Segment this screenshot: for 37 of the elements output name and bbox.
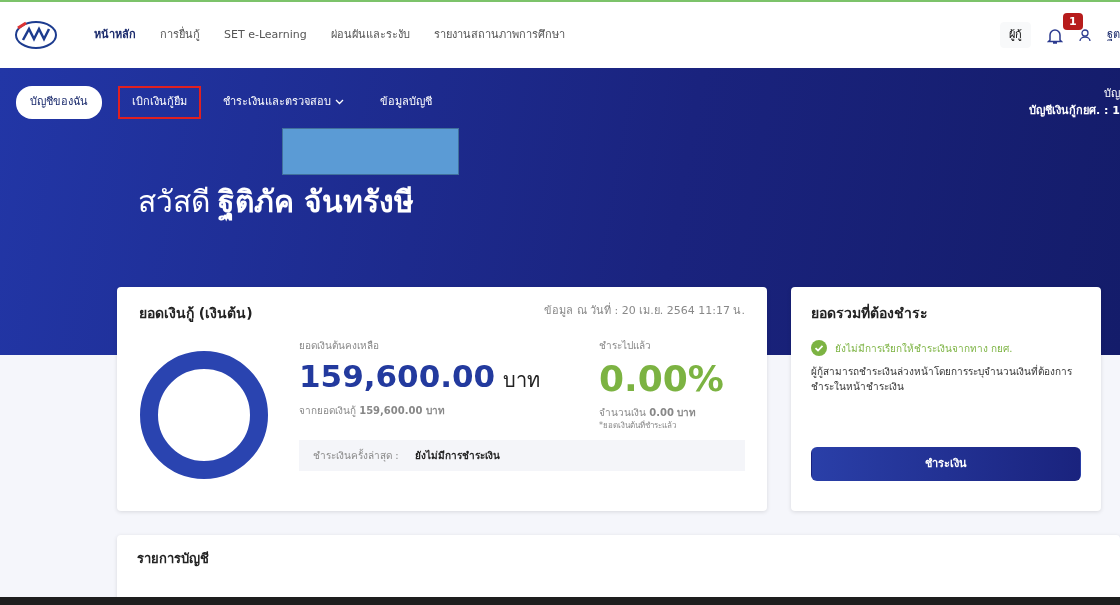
description-text: ผู้กู้สามารถชำระเงินล่วงหน้าโดยการระบุจำนวนเงินที่ต้องการชำระในหน้าชำระเงิน	[811, 364, 1073, 394]
paid-label: ชำระไปแล้ว	[599, 339, 652, 353]
tab[interactable]: ชำระเงินและตรวจสอบ	[209, 86, 358, 119]
card-title: ยอดรวมที่ต้องชำระ	[811, 303, 929, 323]
last-payment-value: ยังไม่มีการชำระเงิน	[414, 448, 500, 463]
card-title: รายการบัญชี	[137, 550, 210, 569]
paid-note: *ยอดเงินต้นที่ชำระแล้ว	[599, 420, 677, 432]
greeting-text: สวัสดี	[138, 183, 210, 221]
notification-badge: 1	[1063, 13, 1083, 30]
loan-total: จากยอดเงินกู้ 159,600.00 บาท	[299, 404, 446, 418]
tab[interactable]: เบิกเงินกู้ยืม	[118, 86, 201, 119]
paid-amount: จำนวนเงิน 0.00 บาท	[599, 406, 698, 420]
last-payment-label: ชำระเงินครั้งล่าสุด :	[313, 448, 399, 463]
check-icon	[811, 340, 827, 356]
currency-unit: บาท	[503, 367, 541, 394]
pay-button[interactable]: ชำระเงิน	[811, 447, 1081, 481]
tab[interactable]: บัญชีของฉัน	[16, 86, 102, 119]
nav-link[interactable]: SET e-Learning	[212, 26, 319, 44]
remaining-label: ยอดเงินต้นคงเหลือ	[299, 339, 380, 353]
nav-link[interactable]: รายงานสถานภาพการศึกษา	[421, 26, 577, 44]
nav-link[interactable]: การยื่นกู้	[148, 26, 212, 44]
status-message: ยังไม่มีการเรียกให้ชำระเงินจากทาง กยศ.	[835, 341, 1013, 356]
nav-link[interactable]: หน้าหลัก	[82, 26, 148, 44]
user-icon[interactable]	[1079, 28, 1091, 42]
user-name-heading: ฐิติภัค จันทรังษี	[218, 183, 415, 223]
logo-icon[interactable]	[14, 20, 58, 50]
nav-link[interactable]: ผ่อนผันและระงับ	[318, 26, 422, 44]
paid-percent: 0.00%	[599, 361, 724, 397]
remaining-amount: 159,600.00	[299, 361, 496, 392]
account-label: บัญ	[1103, 86, 1120, 102]
role-button[interactable]: ผู้กู้	[1000, 21, 1031, 49]
tab[interactable]: ข้อมูลบัญชี	[366, 86, 446, 119]
bell-icon[interactable]	[1047, 26, 1063, 45]
user-name[interactable]: ฐต	[1107, 26, 1120, 44]
card-title: ยอดเงินกู้ (เงินต้น)	[139, 304, 253, 324]
as-of-date: ข้อมูล ณ วันที่ : 20 เม.ย. 2564 11:17 น.	[544, 303, 745, 319]
account-number: บัญชีเงินกู้กยศ. : 1	[1029, 102, 1120, 119]
